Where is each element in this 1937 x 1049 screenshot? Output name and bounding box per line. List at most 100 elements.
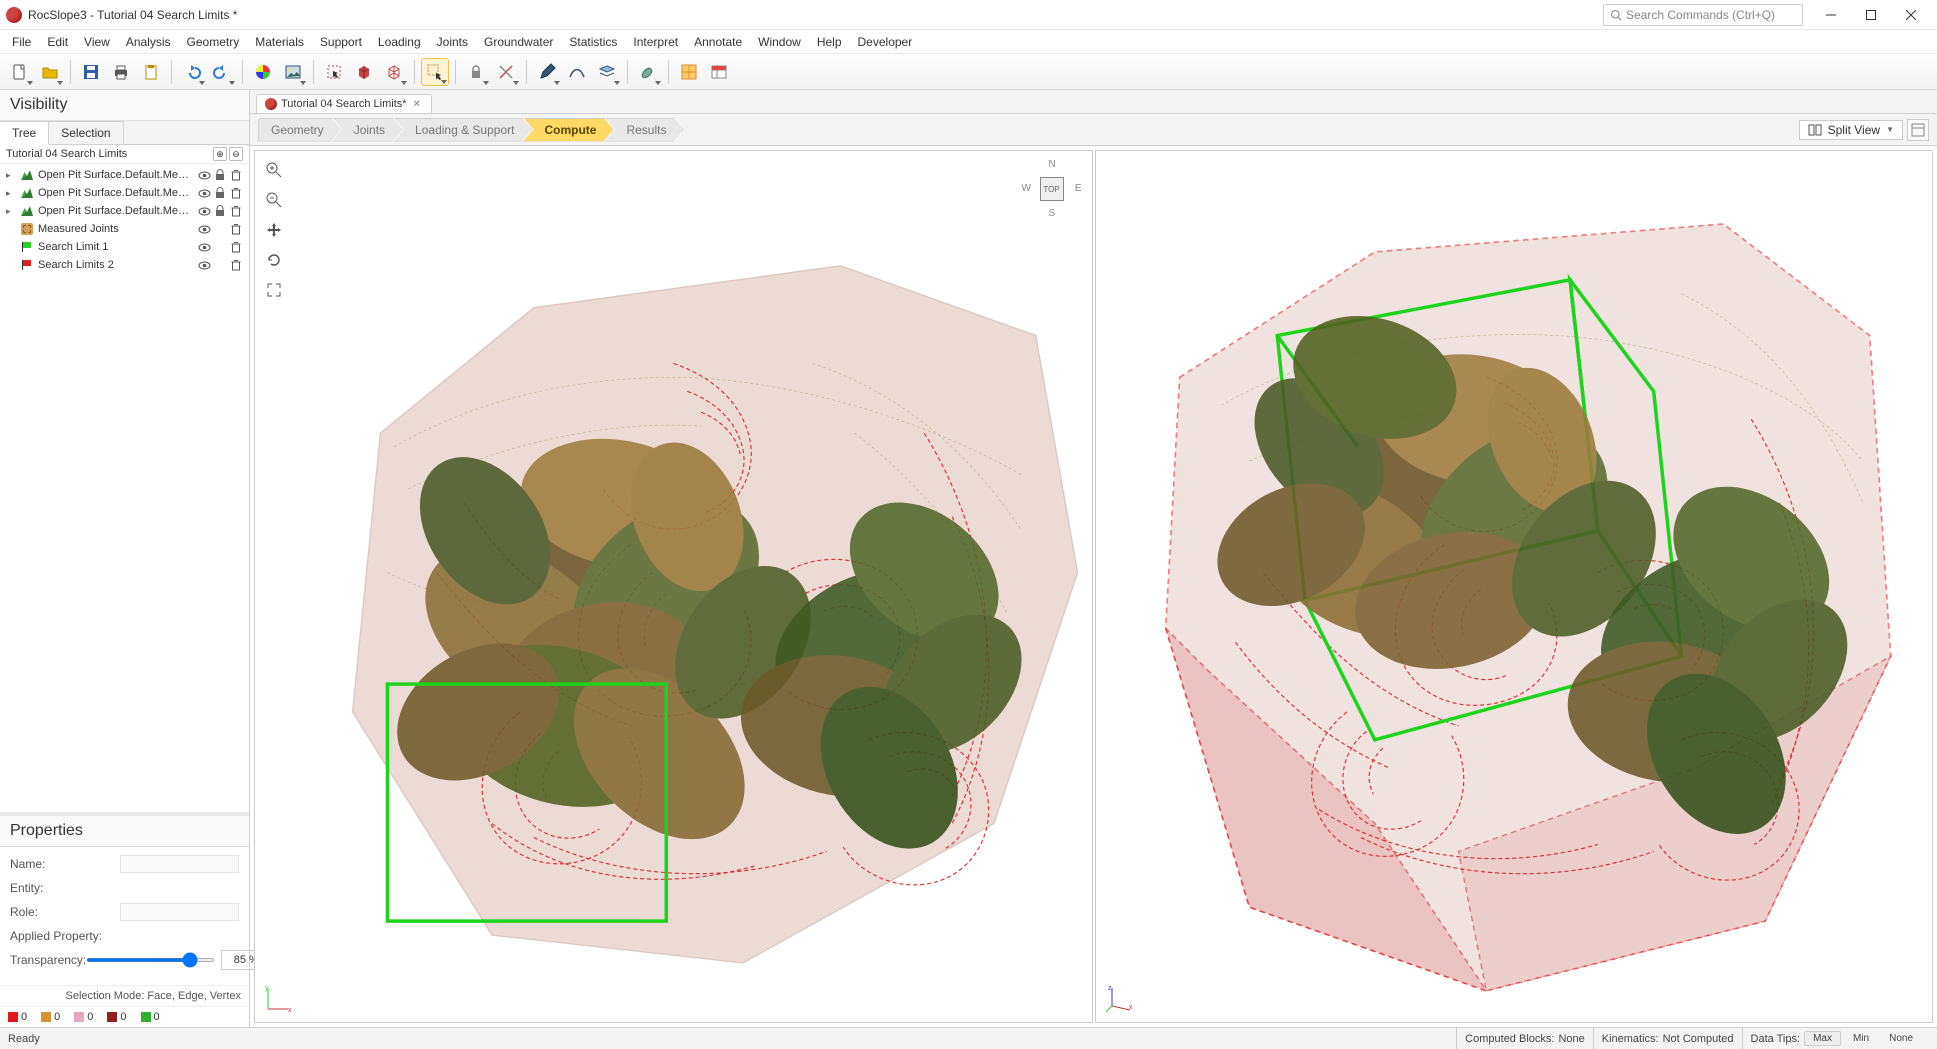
select-button[interactable] xyxy=(320,58,348,86)
spline-tool-button[interactable] xyxy=(563,58,591,86)
prop-role-field[interactable] xyxy=(120,903,239,921)
viewport-right[interactable]: xz xyxy=(1095,150,1934,1023)
menu-edit[interactable]: Edit xyxy=(39,32,76,52)
unlink-button[interactable] xyxy=(492,58,520,86)
rotate-icon[interactable] xyxy=(261,247,287,273)
tree-node[interactable]: ▸Open Pit Surface.Default.Mesh_ext. xyxy=(0,166,249,184)
color-wheel-button[interactable] xyxy=(249,58,277,86)
status-ready: Ready xyxy=(8,1033,1456,1045)
view-mode-dropdown[interactable]: Split View ▼ xyxy=(1799,120,1903,140)
cube-solid-button[interactable] xyxy=(350,58,378,86)
maximize-button[interactable] xyxy=(1851,1,1891,29)
print-button[interactable] xyxy=(107,58,135,86)
search-commands-input[interactable]: Search Commands (Ctrl+Q) xyxy=(1603,4,1803,26)
tab-tree[interactable]: Tree xyxy=(0,121,49,145)
zoom-in-icon[interactable] xyxy=(261,157,287,183)
delete-icon[interactable] xyxy=(229,168,243,182)
menu-geometry[interactable]: Geometry xyxy=(179,32,248,52)
layers-button[interactable] xyxy=(593,58,621,86)
menu-statistics[interactable]: Statistics xyxy=(561,32,625,52)
fullscreen-icon[interactable] xyxy=(261,277,287,303)
lock-icon[interactable] xyxy=(213,186,227,200)
tree-node[interactable]: Search Limits 2 xyxy=(0,256,249,274)
view-properties-button[interactable] xyxy=(1907,119,1929,141)
undo-button[interactable] xyxy=(178,58,206,86)
minimize-button[interactable] xyxy=(1811,1,1851,29)
eye-icon[interactable] xyxy=(197,222,211,236)
expand-all-icon[interactable]: ⊕ xyxy=(213,147,227,161)
new-file-button[interactable] xyxy=(6,58,34,86)
menu-help[interactable]: Help xyxy=(809,32,850,52)
menu-analysis[interactable]: Analysis xyxy=(118,32,179,52)
prop-transparency-label: Transparency: xyxy=(10,953,86,967)
table-button[interactable] xyxy=(705,58,733,86)
menu-loading[interactable]: Loading xyxy=(370,32,429,52)
collapse-all-icon[interactable]: ⊖ xyxy=(229,147,243,161)
datatips-min-button[interactable]: Min xyxy=(1845,1032,1877,1045)
count-value: 0 xyxy=(21,1011,27,1023)
pan-icon[interactable] xyxy=(261,217,287,243)
tree-node[interactable]: Measured Joints xyxy=(0,220,249,238)
grid-button[interactable] xyxy=(675,58,703,86)
delete-icon[interactable] xyxy=(229,204,243,218)
compass-top[interactable]: TOP xyxy=(1040,177,1064,201)
compass-widget[interactable]: TOP N S E W xyxy=(1022,159,1082,219)
expand-icon[interactable]: ▸ xyxy=(6,188,16,199)
menu-window[interactable]: Window xyxy=(750,32,809,52)
close-tab-icon[interactable]: ✕ xyxy=(411,99,423,110)
zoom-out-icon[interactable] xyxy=(261,187,287,213)
delete-icon[interactable] xyxy=(229,258,243,272)
workflow-step-loading-support[interactable]: Loading & Support xyxy=(394,118,531,142)
eye-icon[interactable] xyxy=(197,168,211,182)
workflow-step-joints[interactable]: Joints xyxy=(333,118,402,142)
eye-icon[interactable] xyxy=(197,186,211,200)
marquee-select-button[interactable] xyxy=(421,58,449,86)
pen-tool-button[interactable] xyxy=(533,58,561,86)
menu-file[interactable]: File xyxy=(4,32,39,52)
eye-icon[interactable] xyxy=(197,204,211,218)
tree-node[interactable]: ▸Open Pit Surface.Default.Mesh_ext. xyxy=(0,184,249,202)
redo-button[interactable] xyxy=(208,58,236,86)
workflow-step-compute[interactable]: Compute xyxy=(523,118,613,142)
delete-icon[interactable] xyxy=(229,222,243,236)
image-button[interactable] xyxy=(279,58,307,86)
eye-icon[interactable] xyxy=(197,240,211,254)
clipboard-button[interactable] xyxy=(137,58,165,86)
app-icon xyxy=(6,7,22,23)
open-file-button[interactable] xyxy=(36,58,64,86)
tree-node[interactable]: ▸Open Pit Surface.Default.Mesh_ext. xyxy=(0,202,249,220)
expand-icon[interactable]: ▸ xyxy=(6,206,16,217)
menu-annotate[interactable]: Annotate xyxy=(686,32,750,52)
transparency-slider[interactable] xyxy=(86,958,215,962)
menu-materials[interactable]: Materials xyxy=(247,32,312,52)
menu-developer[interactable]: Developer xyxy=(850,32,921,52)
menu-interpret[interactable]: Interpret xyxy=(625,32,686,52)
menu-support[interactable]: Support xyxy=(312,32,370,52)
cube-wire-button[interactable] xyxy=(380,58,408,86)
entity-count: 0 xyxy=(41,1011,60,1023)
datatips-none-button[interactable]: None xyxy=(1881,1032,1921,1045)
expand-icon[interactable]: ▸ xyxy=(6,170,16,181)
prop-name-field[interactable] xyxy=(120,855,239,873)
viewport-left[interactable]: TOP N S E W xy xyxy=(254,150,1093,1023)
menu-view[interactable]: View xyxy=(76,32,118,52)
eye-icon[interactable] xyxy=(197,258,211,272)
split-view-icon xyxy=(1808,123,1822,137)
workflow-step-geometry[interactable]: Geometry xyxy=(258,118,341,142)
delete-icon[interactable] xyxy=(229,186,243,200)
workflow-step-results[interactable]: Results xyxy=(605,118,683,142)
entity-count: 0 xyxy=(74,1011,93,1023)
save-button[interactable] xyxy=(77,58,105,86)
lock-icon[interactable] xyxy=(213,168,227,182)
datatips-max-button[interactable]: Max xyxy=(1804,1031,1841,1046)
menu-joints[interactable]: Joints xyxy=(429,32,476,52)
document-tab[interactable]: Tutorial 04 Search Limits* ✕ xyxy=(256,94,432,113)
delete-icon[interactable] xyxy=(229,240,243,254)
lock-icon[interactable] xyxy=(213,204,227,218)
menu-groundwater[interactable]: Groundwater xyxy=(476,32,561,52)
close-button[interactable] xyxy=(1891,1,1931,29)
tree-node[interactable]: Search Limit 1 xyxy=(0,238,249,256)
tab-selection[interactable]: Selection xyxy=(49,121,123,144)
lock-button[interactable] xyxy=(462,58,490,86)
paint-tool-button[interactable] xyxy=(634,58,662,86)
